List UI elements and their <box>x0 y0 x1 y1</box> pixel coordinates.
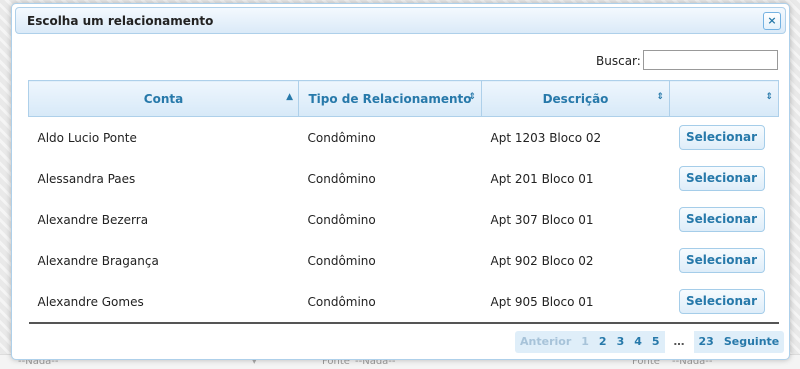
table-row: Aldo Lucio Ponte Condômino Apt 1203 Bloc… <box>29 117 779 159</box>
previous-page-button[interactable]: Anterior <box>515 331 576 353</box>
cell-conta: Alexandre Bezerra <box>37 212 149 227</box>
column-header-action[interactable]: ⇕ <box>669 80 779 117</box>
cell-descricao: Apt 902 Bloco 02 <box>490 253 594 268</box>
page-button-2[interactable]: 2 <box>594 331 612 353</box>
select-button[interactable]: Selecionar <box>678 207 765 232</box>
cell-tipo: Condômino <box>307 212 376 227</box>
sort-both-icon: ⇕ <box>468 92 476 102</box>
search-input[interactable] <box>643 50 778 70</box>
relationship-table: Conta ▲ Tipo de Relacionamento ⇕ Descriç… <box>28 80 779 324</box>
cell-action: Selecionar <box>670 199 779 240</box>
pagination-ellipsis: … <box>664 331 694 353</box>
cell-action: Selecionar <box>670 240 779 281</box>
sort-ascending-icon: ▲ <box>286 92 293 102</box>
sort-both-icon: ⇕ <box>656 92 664 102</box>
close-button[interactable]: × <box>763 12 781 30</box>
cell-tipo: Condômino <box>307 130 376 145</box>
pagination: Anterior 1 2 3 4 5 … 23 Seguinte <box>515 331 785 353</box>
cell-tipo: Condômino <box>307 171 376 186</box>
column-header-tipo[interactable]: Tipo de Relacionamento ⇕ <box>298 80 482 117</box>
close-icon: × <box>767 14 777 27</box>
page-button-5[interactable]: 5 <box>647 331 665 353</box>
dialog-titlebar[interactable]: Escolha um relacionamento × <box>15 7 786 34</box>
sort-both-icon: ⇕ <box>765 92 773 102</box>
cell-action: Selecionar <box>670 117 779 159</box>
cell-tipo: Condômino <box>307 253 376 268</box>
column-header-descricao[interactable]: Descrição ⇕ <box>481 80 670 117</box>
cell-action: Selecionar <box>670 158 779 199</box>
cell-conta: Aldo Lucio Ponte <box>37 130 137 145</box>
cell-descricao: Apt 905 Bloco 01 <box>481 281 670 324</box>
page-button-4[interactable]: 4 <box>629 331 647 353</box>
table-row: Alexandre Bragança Condômino Apt 902 Blo… <box>29 240 779 281</box>
table-row: Alessandra Paes Condômino Apt 201 Bloco … <box>29 158 779 199</box>
cell-action: Selecionar <box>669 281 779 324</box>
page-button-1[interactable]: 1 <box>576 331 594 353</box>
cell-conta: Alexandre Gomes <box>28 281 299 324</box>
table-header-row: Conta ▲ Tipo de Relacionamento ⇕ Descriç… <box>28 80 779 117</box>
relationship-dialog: Escolha um relacionamento × Buscar: Cont… <box>11 3 790 360</box>
page-button-3[interactable]: 3 <box>612 331 630 353</box>
select-button[interactable]: Selecionar <box>678 166 765 191</box>
page-button-last[interactable]: 23 <box>694 331 719 353</box>
cell-descricao: Apt 201 Bloco 01 <box>490 171 594 186</box>
cell-descricao: Apt 1203 Bloco 02 <box>490 130 602 145</box>
next-page-button[interactable]: Seguinte <box>719 331 784 353</box>
select-button[interactable]: Selecionar <box>678 248 765 273</box>
table-row: Alexandre Bezerra Condômino Apt 307 Bloc… <box>29 199 779 240</box>
search-label: Buscar: <box>596 54 641 68</box>
cell-conta: Alessandra Paes <box>37 171 136 186</box>
column-header-conta[interactable]: Conta ▲ <box>28 80 299 117</box>
dialog-title: Escolha um relacionamento <box>27 14 214 28</box>
cell-descricao: Apt 307 Bloco 01 <box>490 212 594 227</box>
table-row: Alexandre Gomes Condômino Apt 905 Bloco … <box>28 281 779 324</box>
select-button[interactable]: Selecionar <box>678 125 765 150</box>
cell-conta: Alexandre Bragança <box>37 253 159 268</box>
select-button[interactable]: Selecionar <box>678 289 765 314</box>
cell-tipo: Condômino <box>298 281 482 324</box>
